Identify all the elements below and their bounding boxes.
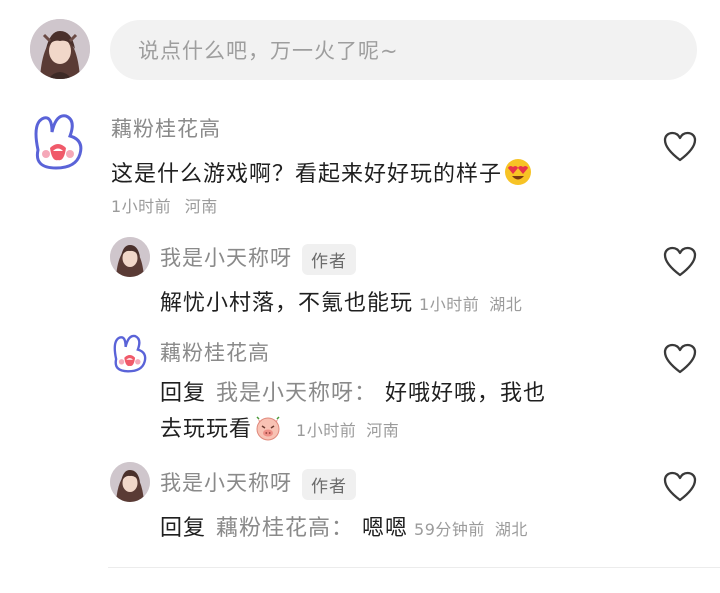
reply-author-row: 我是小天称呀 作者 xyxy=(160,467,356,500)
reply-target-user[interactable]: 我是小天称呀： xyxy=(216,381,377,406)
comment-meta: 1小时前 河南 xyxy=(111,193,218,217)
author-badge: 作者 xyxy=(302,243,356,275)
divider xyxy=(108,567,720,568)
comment-location: 河南 xyxy=(184,197,218,216)
reply-location: 湖北 xyxy=(494,520,528,539)
reply-author[interactable]: 我是小天称呀 xyxy=(160,471,292,495)
reply-prefix: 回复 xyxy=(160,381,207,406)
reply-text-continued: 去玩玩看 1小时前 河南 xyxy=(160,411,399,443)
reply-meta: 1小时前 湖北 xyxy=(419,295,522,314)
author-badge: 作者 xyxy=(302,468,356,500)
reply-time: 1小时前 xyxy=(296,421,357,440)
reply-location: 河南 xyxy=(366,421,400,440)
avatar-author[interactable] xyxy=(110,462,150,502)
reply-prefix: 回复 xyxy=(160,516,207,541)
reply-text-line1: 好哦好哦，我也 xyxy=(385,381,547,406)
comment-input[interactable]: 说点什么吧，万一火了呢~ xyxy=(110,20,697,80)
reply-text: 解忧小村落，不氪也能玩 1小时前 湖北 xyxy=(160,285,522,317)
reply-target-user[interactable]: 藕粉桂花高： xyxy=(216,516,354,541)
reply-author-row: 我是小天称呀 作者 xyxy=(160,242,356,275)
my-avatar[interactable] xyxy=(30,19,90,79)
comment-text: 这是什么游戏啊？看起来好好玩的样子 xyxy=(111,156,532,188)
comment-author[interactable]: 藕粉桂花高 xyxy=(111,113,221,143)
heart-outline-icon[interactable] xyxy=(663,343,697,375)
reply-text-line2: 去玩玩看 xyxy=(160,417,253,442)
reply-text: 回复 我是小天称呀： 好哦好哦，我也 xyxy=(160,375,546,407)
comment-text-content: 这是什么游戏啊？看起来好好玩的样子 xyxy=(111,162,503,187)
heart-outline-icon[interactable] xyxy=(663,246,697,278)
reply-author[interactable]: 藕粉桂花高 xyxy=(160,337,270,367)
reply-time: 1小时前 xyxy=(419,295,480,314)
reply-meta: 59分钟前 湖北 xyxy=(414,520,528,539)
reply-time: 59分钟前 xyxy=(414,520,485,539)
avatar-author[interactable] xyxy=(110,237,150,277)
heart-outline-icon[interactable] xyxy=(663,131,697,163)
pig-face-emoji xyxy=(256,416,280,441)
avatar-bunny[interactable] xyxy=(26,110,88,172)
reply-text-content: 嗯嗯 xyxy=(362,516,409,541)
heart-outline-icon[interactable] xyxy=(663,471,697,503)
reply-location: 湖北 xyxy=(489,295,523,314)
avatar-bunny[interactable] xyxy=(108,332,150,374)
comment-time: 1小时前 xyxy=(111,197,172,216)
reply-meta: 1小时前 河南 xyxy=(296,421,399,440)
reply-text: 回复 藕粉桂花高： 嗯嗯 59分钟前 湖北 xyxy=(160,510,528,542)
heart-eyes-emoji xyxy=(505,159,532,185)
reply-text-content: 解忧小村落，不氪也能玩 xyxy=(160,291,414,316)
reply-author[interactable]: 我是小天称呀 xyxy=(160,246,292,270)
comment-input-placeholder: 说点什么吧，万一火了呢~ xyxy=(138,39,399,63)
